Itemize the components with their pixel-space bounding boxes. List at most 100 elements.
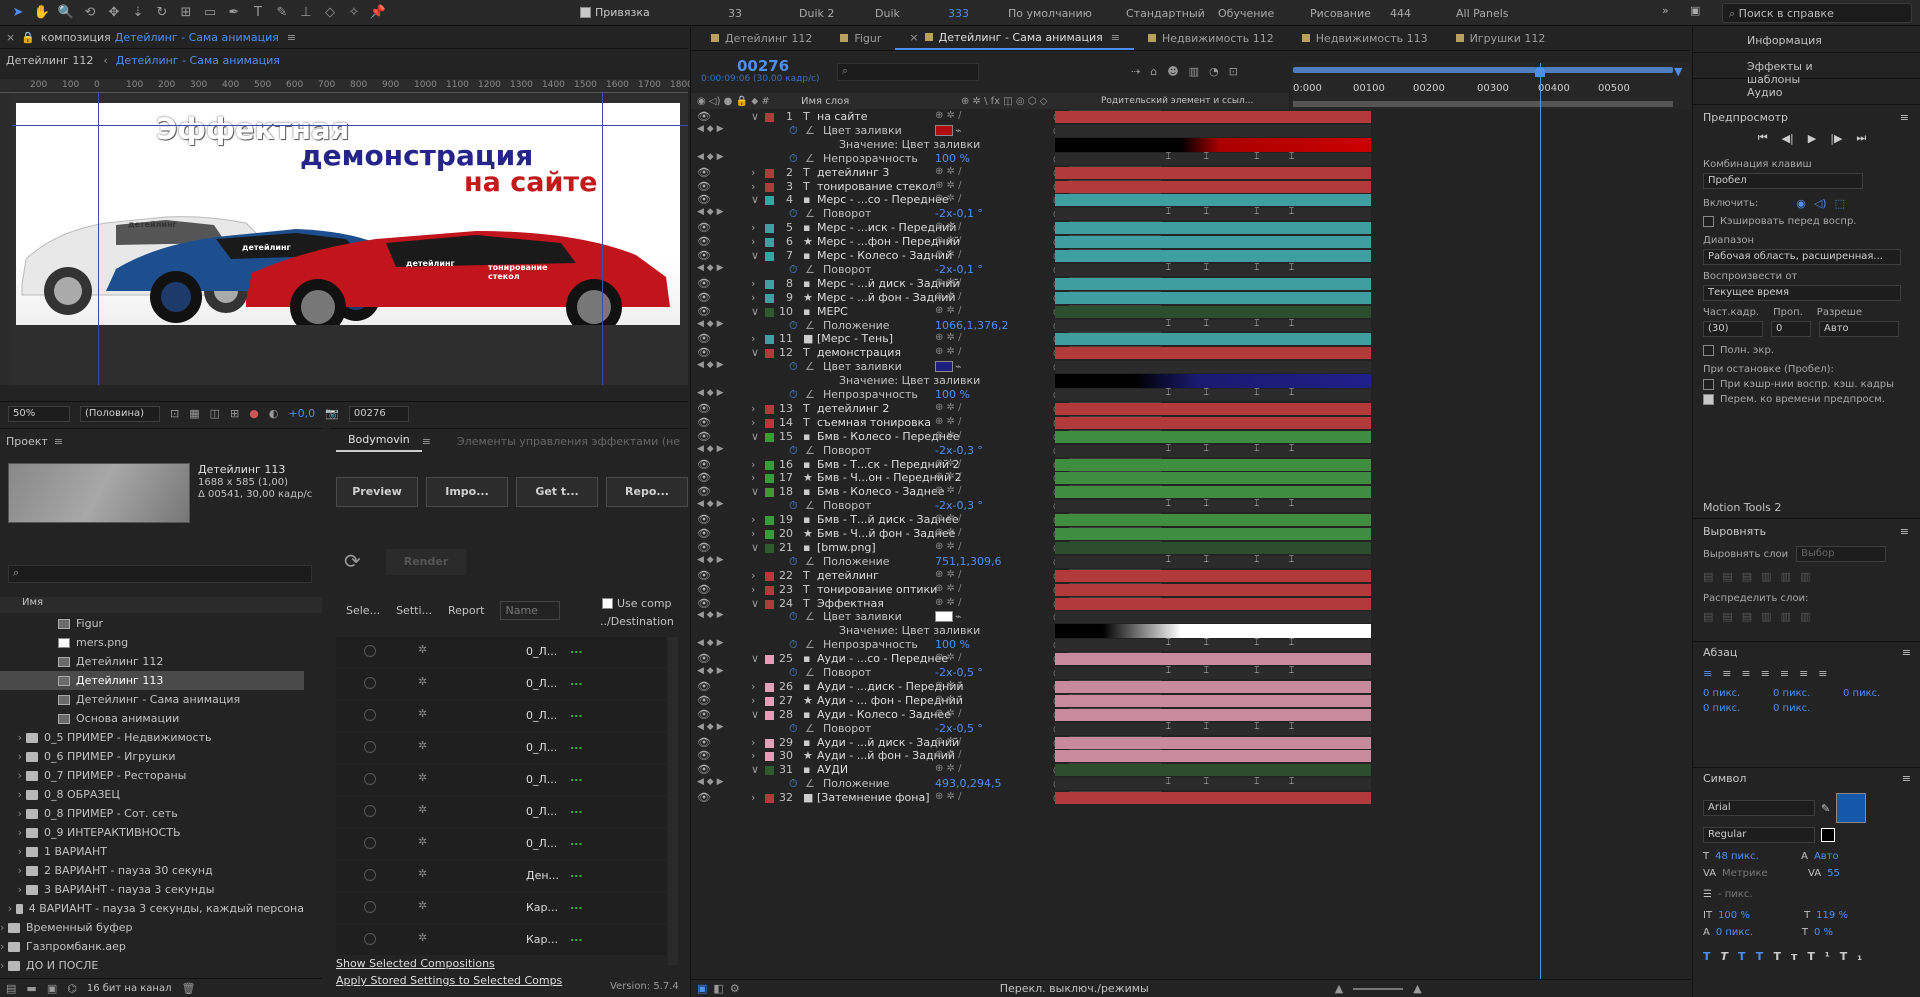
visibility-eye-icon[interactable]: 👁 [697,694,711,707]
visibility-eye-icon[interactable]: 👁 [697,513,711,526]
visibility-eye-icon[interactable]: 👁 [697,166,711,179]
keyframe-icon[interactable]: ⌶ [1254,555,1259,565]
eyedropper-icon[interactable]: ✎ [1821,802,1830,815]
keyframe-icon[interactable]: ⌶ [1289,722,1294,732]
menu-icon[interactable]: ≡ [1900,111,1909,124]
visibility-eye-icon[interactable]: 👁 [697,569,711,582]
eyedropper-icon[interactable]: ⌁ [955,360,962,373]
layer-switches[interactable]: ⊕ ✲ / [935,430,961,441]
settings-gear-icon[interactable]: ✲ [418,803,427,816]
graph-icon[interactable]: ∠ [805,444,815,457]
vertical-scale-field[interactable]: 100 % [1718,910,1798,921]
layer-duration-bar[interactable] [1055,333,1371,346]
expand-arrow-icon[interactable]: › [751,291,755,304]
expand-arrow-icon[interactable]: ∨ [751,597,759,610]
toggle-switches-modes[interactable]: Перекл. выключ./режимы [1000,982,1149,995]
visibility-eye-icon[interactable]: 👁 [697,708,711,721]
project-comp-name[interactable]: Детейлинг 113 [198,463,285,476]
use-comp-toggle[interactable]: Use comp [602,597,672,610]
preview-resolution-dropdown[interactable]: Авто [1819,321,1899,337]
bodymovin-comp-row[interactable]: ✲ 0_Л...... [336,669,666,699]
layer-name[interactable]: [Затемнение фона] [817,791,929,804]
property-row[interactable]: ◀ ◆ ▶⏱∠Поворот-2x-0,5 °◎⌶⌶⌶⌶ [691,666,1691,680]
keyframe-icon[interactable]: ⌶ [1254,722,1259,732]
layer-switches[interactable]: ⊕ ✲ / [935,305,961,316]
layer-switches[interactable]: ⊕ ✲ / [935,166,961,177]
more-dots-icon[interactable]: ... [570,675,583,688]
workspace-tab[interactable]: Обучение [1218,7,1274,20]
stroke-width-field[interactable]: - пикс. [1718,889,1798,900]
layer-switches[interactable]: ⊕ ✲ / [935,569,961,580]
label-color-swatch[interactable] [765,710,774,720]
property-value[interactable]: -2x-0,3 ° [935,499,983,512]
exposure-value[interactable]: +0,0 [288,407,315,420]
layer-duration-bar[interactable] [1055,222,1371,235]
layer-duration-bar[interactable] [1055,458,1371,471]
expand-arrow-icon[interactable]: ∨ [751,708,759,721]
property-row[interactable]: ◀ ◆ ▶⏱∠Поворот-2x-0,5 °◎⌶⌶⌶⌶ [691,722,1691,736]
panel-toggle-icon[interactable]: ▣ [1690,4,1700,17]
expand-arrow-icon[interactable]: ∨ [751,193,759,206]
keyframe-icon[interactable]: ⌶ [1204,777,1209,787]
bodymovin-comp-row[interactable]: ✲ 0_Л...... [336,797,666,827]
color-swatch[interactable] [935,124,953,136]
flowchart-icon[interactable]: ⚙ [730,982,740,995]
label-color-swatch[interactable] [765,349,774,359]
move-time-checkbox[interactable] [1703,394,1714,405]
layer-duration-bar[interactable] [1055,305,1371,318]
label-color-swatch[interactable] [765,238,774,248]
layer-duration-bar[interactable] [1055,680,1371,693]
graph-editor-icon[interactable]: ⊡ [1229,65,1238,78]
layer-duration-bar[interactable] [1055,653,1371,666]
graph-icon[interactable]: ∠ [805,388,815,401]
expand-arrow-icon[interactable]: › [0,864,26,877]
col-parent[interactable]: Родительский элемент и ссыл... [1101,96,1261,106]
layer-duration-bar[interactable] [1055,472,1371,485]
resolution-dropdown[interactable]: (Половина) [80,405,160,422]
property-row[interactable]: ◀ ◆ ▶⏱∠Цвет заливки⌁◎ [691,360,1691,374]
label-color-swatch[interactable] [765,224,774,234]
project-item[interactable]: mers.png [0,633,304,652]
property-row[interactable]: ◀ ◆ ▶⏱∠Поворот-2x-0,1 °◎⌶⌶⌶⌶ [691,263,1691,277]
keyframe-icon[interactable]: ⌶ [1166,555,1171,565]
first-frame-icon[interactable]: ⏮ [1758,131,1768,145]
expand-arrow-icon[interactable]: › [751,277,755,290]
expand-arrow-icon[interactable]: › [751,569,755,582]
layer-row[interactable]: 👁›8▪Мерс - ...й диск - Задний⊕ ✲ /◎10. М… [691,276,1691,291]
layer-switches[interactable]: ⊕ ✲ / [935,291,961,302]
label-color-swatch[interactable] [765,335,774,345]
visibility-eye-icon[interactable]: 👁 [697,402,711,415]
play-from-dropdown[interactable]: Текущее время [1703,285,1901,301]
horizontal-scale-field[interactable]: 119 % [1816,910,1848,921]
layer-duration-bar[interactable] [1055,194,1371,207]
graph-icon[interactable]: ∠ [805,263,815,276]
layer-row[interactable]: 👁›14Tсъемная тонировка⊕ ✲ /◎21. bmw.png [691,415,1691,430]
label-color-swatch[interactable] [765,196,774,206]
eraser-tool-icon[interactable]: ◇ [318,5,342,20]
layer-row[interactable]: 👁›22Tдетейлинг⊕ ✲ /◎31. АУДИ [691,568,1691,583]
keyframe-icon[interactable]: ⌶ [1254,152,1259,162]
stopwatch-icon[interactable]: ⏱ [789,207,798,221]
layer-row[interactable]: 👁∨12Tдемонстрация⊕ ✲ /◎21. bmw.png [691,346,1691,360]
bodymovin-button[interactable]: Preview [336,477,418,507]
pen-tool-icon[interactable]: ✒ [222,5,246,20]
layer-row[interactable]: 👁›5▪Мерс - ...иск - Передний⊕ ✲ /◎10. МЕ… [691,221,1691,235]
layer-row[interactable]: 👁›11■[Мерс - Тень]⊕ ✲ /◎10. МЕРС [691,332,1691,346]
layer-switches[interactable]: ⊕ ✲ / [935,485,961,496]
keyframe-nav-icon[interactable]: ◀ ◆ ▶ [697,499,724,509]
more-dots-icon[interactable]: ... [570,707,583,720]
layer-switches[interactable]: ⊕ ✲ / [935,458,961,469]
layer-name[interactable]: Мерс - ...со - Переднее [817,193,949,206]
overlay-toggle-icon[interactable]: ⬚ [1835,197,1845,210]
property-row[interactable]: ◀ ◆ ▶⏱∠Поворот-2x-0,3 °◎⌶⌶⌶⌶ [691,499,1691,513]
timeline-search-input[interactable]: ⌕ [837,63,979,81]
expand-arrow-icon[interactable]: › [751,791,755,804]
layer-row[interactable]: 👁∨10▪МЕРС⊕ ✲ /◎Нет [691,304,1691,319]
visibility-eye-icon[interactable]: 👁 [697,277,711,290]
draft-3d-icon[interactable]: ⌂ [1150,65,1157,78]
property-value[interactable]: 100 % [935,638,970,651]
label-color-swatch[interactable] [765,432,774,442]
visibility-eye-icon[interactable]: 👁 [697,763,711,776]
settings-gear-icon[interactable]: ✲ [418,643,427,656]
menu-icon[interactable]: ≡ [287,31,296,44]
